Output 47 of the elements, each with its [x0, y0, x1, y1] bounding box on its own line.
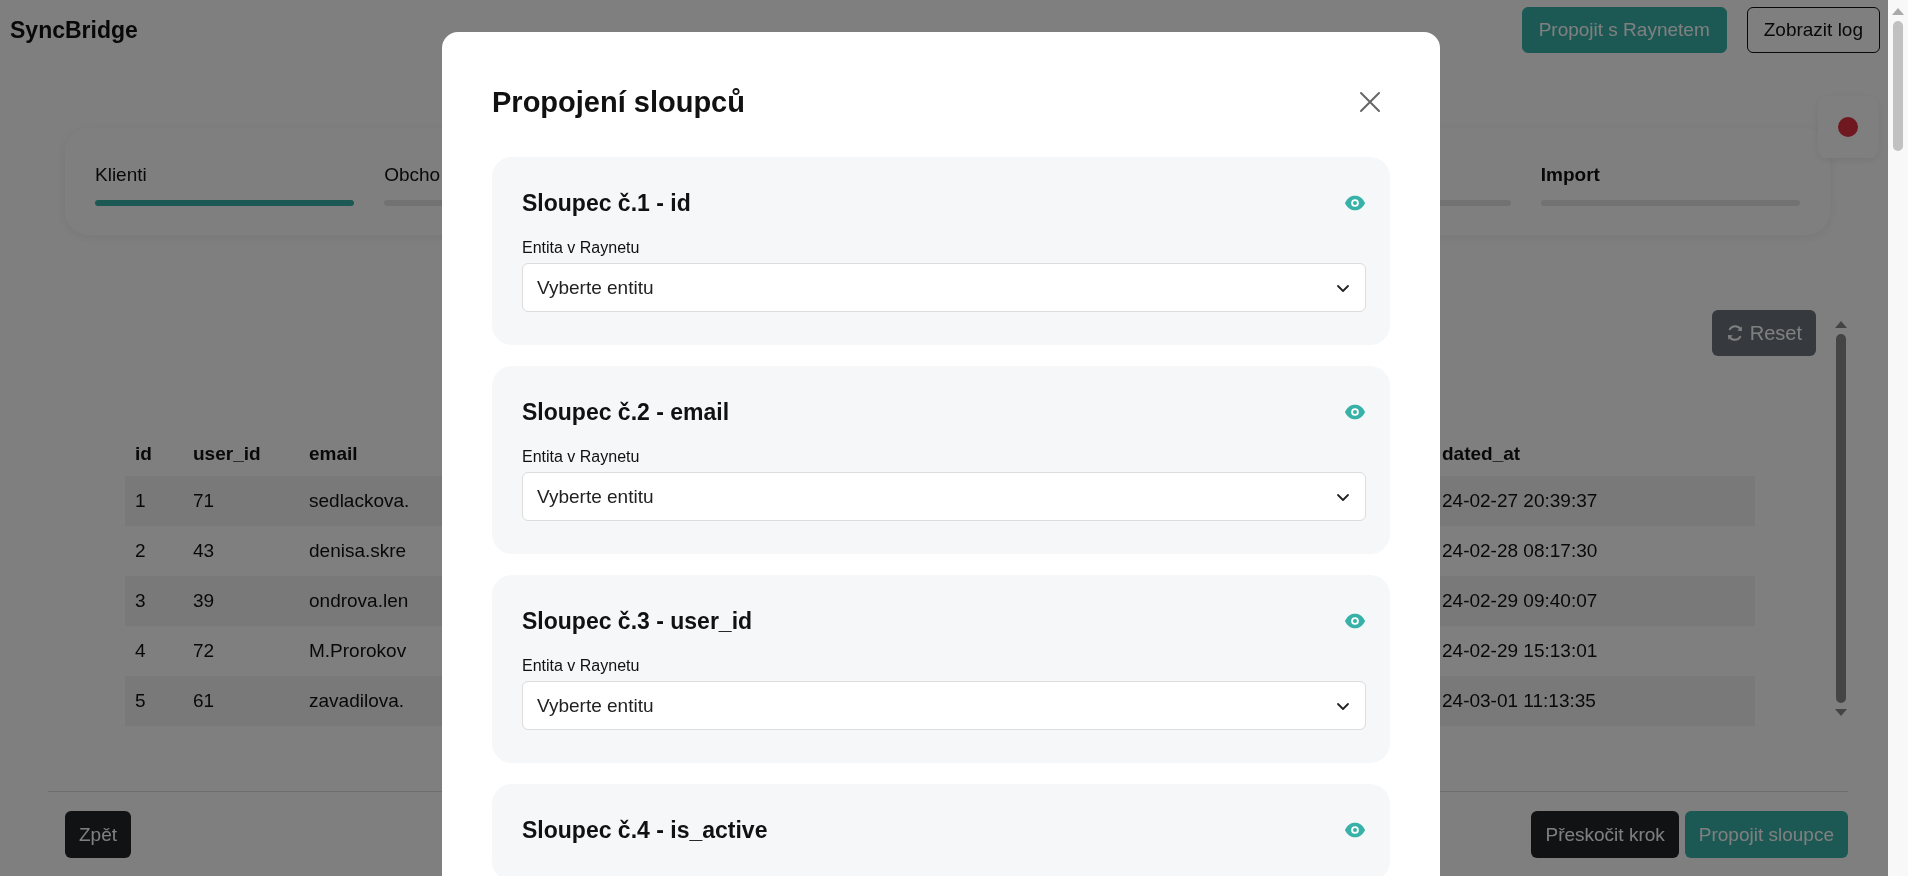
table-cell: 71 — [193, 490, 215, 511]
table-cell: 24-02-27 20:39:37 — [1442, 490, 1598, 511]
column-title: Sloupec č.1 - id — [522, 189, 691, 217]
step-label[interactable]: Klienti — [95, 164, 355, 186]
table-cell: 5 — [135, 690, 146, 711]
step-label[interactable]: Import — [1540, 164, 1800, 186]
table-cell: denisa.skre — [309, 540, 407, 561]
table-cell: 24-02-29 09:40:07 — [1442, 590, 1598, 611]
table-cell: zavadilova. — [309, 690, 405, 711]
status-button[interactable] — [1818, 96, 1878, 158]
close-icon[interactable] — [1358, 90, 1382, 114]
field-label: Entita v Raynetu — [522, 239, 641, 257]
table-cell: 61 — [193, 690, 215, 711]
back-button[interactable]: Zpět — [65, 811, 132, 858]
table-cell: 1 — [135, 490, 146, 511]
table-cell: sedlackova. — [309, 490, 410, 511]
table-cell: ondrova.len — [309, 590, 409, 611]
field-label: Entita v Raynetu — [522, 448, 641, 466]
table-cell: 24-02-29 15:13:01 — [1442, 640, 1598, 661]
modal-title: Propojení sloupců — [492, 85, 745, 119]
table-cell: 4 — [135, 640, 146, 661]
header-button[interactable]: Zobrazit log — [1746, 7, 1880, 53]
reset-button[interactable]: Reset — [1711, 310, 1816, 356]
table-cell: 39 — [193, 590, 215, 611]
table-cell: 43 — [193, 540, 215, 561]
skip-button[interactable]: Přeskočit krok — [1531, 811, 1679, 858]
table-cell: 3 — [135, 590, 146, 611]
entity-select[interactable]: Vyberte entitu — [522, 263, 1366, 312]
column-header: dated_at — [1442, 442, 1521, 464]
column-header: email — [309, 442, 358, 464]
table-cell: 72 — [193, 640, 215, 661]
field-label: Entita v Raynetu — [522, 657, 641, 675]
refresh-icon — [1725, 324, 1744, 342]
table-cell: 24-03-01 11:13:35 — [1442, 690, 1596, 711]
column-title: Sloupec č.3 - user_id — [522, 607, 753, 635]
table-cell: M.Prorokov — [309, 640, 407, 661]
column-header: user_id — [193, 442, 261, 464]
entity-select[interactable]: Vyberte entitu — [522, 472, 1366, 521]
table-cell: 2 — [135, 540, 146, 561]
column-title: Sloupec č.2 - email — [522, 398, 730, 426]
entity-select[interactable]: Vyberte entitu — [522, 681, 1366, 730]
column-title: Sloupec č.4 - is_active — [522, 816, 768, 844]
scrollbar[interactable] — [1835, 321, 1847, 716]
scrollbar[interactable] — [1888, 0, 1908, 876]
column-header: id — [135, 442, 152, 464]
app-title: SyncBridge — [10, 16, 138, 44]
table-cell: 24-02-28 08:17:30 — [1442, 540, 1598, 561]
